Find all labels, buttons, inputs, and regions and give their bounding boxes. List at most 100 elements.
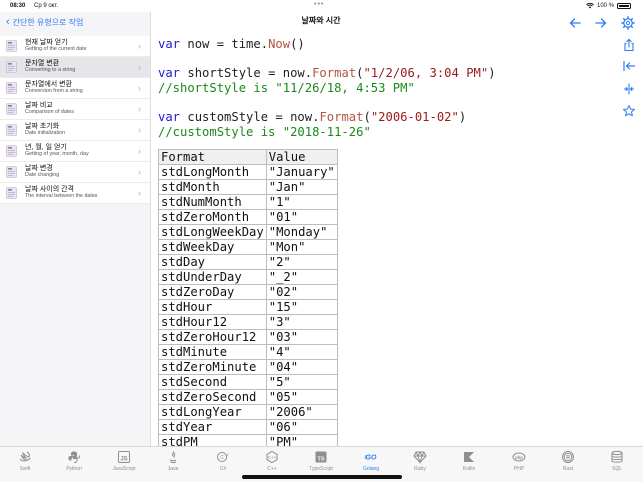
home-indicator[interactable] (242, 475, 402, 479)
wifi-icon (586, 3, 594, 9)
table-row: stdZeroMonth "01" (158, 209, 338, 225)
sidebar: ‹ 간단한 유형으로 작업 현재 날짜 얻기 Getting of the cur… (0, 12, 151, 446)
table-row: stdYear "06" (158, 419, 338, 435)
code-block: var now = time.Now() var shortStyle = no… (158, 36, 496, 139)
arrow-right-icon[interactable] (594, 16, 608, 30)
sidebar-item-title: 문자열 변환 (25, 60, 60, 68)
tab-label: Java (167, 466, 179, 472)
table-row: stdZeroSecond "05" (158, 389, 338, 405)
table-row: stdLongWeekDay "Monday" (158, 224, 338, 240)
code-line-5: //customStyle is "2018-11-26" (158, 125, 371, 139)
back-button[interactable]: ‹ 간단한 유형으로 작업 (6, 17, 83, 28)
svg-text:GO: GO (366, 455, 377, 462)
tab-label: Golang (362, 466, 380, 472)
gear-icon[interactable] (621, 16, 635, 30)
multitasking-dots-icon[interactable]: ••• (314, 1, 324, 8)
value-cell: "4" (265, 344, 338, 360)
format-cell: stdWeekDay (158, 239, 267, 255)
tab-label: TypeScript (309, 466, 333, 472)
sidebar-item[interactable]: 문자열에서 변환 Conversion from a string › (0, 78, 150, 99)
document-icon (6, 187, 17, 199)
table-row: stdHour12 "3" (158, 314, 338, 330)
tab-golang[interactable]: GO Golang (351, 450, 391, 473)
share-icon[interactable] (622, 38, 636, 52)
rust-icon: R (562, 451, 574, 463)
tab-label: SQL (611, 466, 622, 472)
value-cell: "03" (265, 329, 338, 345)
table-row: stdMinute "4" (158, 344, 338, 360)
sidebar-item[interactable]: 문자열 변환 Converting to a string › (0, 57, 150, 78)
format-cell: stdLongYear (158, 404, 267, 420)
table-header-value: Value (265, 149, 338, 165)
tab-php[interactable]: php PHP (499, 450, 539, 472)
document-icon (6, 145, 17, 157)
java-icon (169, 451, 177, 464)
tab-label: Swift (19, 466, 31, 472)
sidebar-item[interactable]: 날짜 초기화 Date initialization › (0, 120, 150, 141)
table-row: stdLongMonth "January" (158, 164, 338, 180)
document-icon (6, 124, 17, 136)
chevron-right-icon: › (138, 41, 141, 51)
tab-ruby[interactable]: Ruby (400, 450, 440, 472)
tab-kotlin[interactable]: Kotlin (449, 450, 489, 472)
sidebar-item[interactable]: 년, 월, 일 얻기 Getting of year, month, day › (0, 141, 150, 162)
code-line-1: var now = time.Now() (158, 37, 305, 51)
tab-java[interactable]: Java (153, 450, 193, 472)
tab-label: Rust (562, 466, 574, 472)
format-cell: stdMonth (158, 179, 267, 195)
tab-csharp[interactable]: C # C# (203, 450, 243, 472)
format-table: Format Value stdLongMonth "January" stdMon… (158, 149, 338, 450)
tab-label: Kotlin (462, 466, 476, 472)
split-view-icon[interactable] (622, 82, 636, 96)
code-line-2: var shortStyle = now.Format("1/2/06, 3:0… (158, 66, 496, 80)
tab-rust[interactable]: R Rust (548, 450, 588, 472)
tab-javascript[interactable]: JS JavaScript (104, 450, 144, 472)
tab-swift[interactable]: Swift (5, 450, 45, 472)
value-cell: "Monday" (265, 224, 338, 240)
tab-typescript[interactable]: TS TypeScript (301, 450, 341, 472)
format-cell: stdMinute (158, 344, 267, 360)
chevron-right-icon: › (138, 188, 141, 198)
sidebar-item-title: 날짜 변경 (25, 165, 53, 173)
value-cell: "Jan" (265, 179, 338, 195)
ruby-icon (413, 450, 427, 464)
swift-icon (19, 451, 31, 462)
format-cell: stdYear (158, 419, 267, 435)
status-date: Ср 9 окт. (34, 3, 59, 9)
golang-icon: GO (364, 455, 377, 462)
table-header-format: Format (158, 149, 267, 165)
sidebar-item[interactable]: 현재 날짜 얻기 Getting of the current date › (0, 36, 150, 57)
arrow-left-icon[interactable] (568, 16, 582, 30)
sidebar-item-subtitle: Converting to a string (25, 67, 76, 74)
format-cell: stdSecond (158, 374, 267, 390)
collapse-sidebar-icon[interactable] (622, 59, 636, 73)
cpp-icon: C++ (266, 450, 278, 464)
tab-label: Ruby (414, 466, 426, 472)
star-icon[interactable] (622, 104, 636, 118)
tab-label: Python (66, 466, 82, 472)
format-cell: stdZeroDay (158, 284, 267, 300)
sidebar-item[interactable]: 날짜 사이의 간격 The interval between the dates › (0, 183, 150, 204)
sidebar-item[interactable]: 날짜 변경 Date changing › (0, 162, 150, 183)
sidebar-item[interactable]: 날짜 비교 Comparison of dates › (0, 99, 150, 120)
tab-cpp[interactable]: C++ C++ (252, 450, 292, 472)
sidebar-item-title: 날짜 사이의 간격 (25, 186, 74, 194)
format-cell: stdLongMonth (158, 164, 267, 180)
tab-python[interactable]: Python (54, 450, 94, 472)
battery-percent: 100 % (596, 3, 614, 9)
tab-sql[interactable]: SQL (597, 450, 637, 472)
table-row: stdSecond "5" (158, 374, 338, 390)
svg-text:php: php (515, 455, 523, 460)
battery-icon (617, 3, 631, 9)
document-icon (6, 61, 17, 73)
sidebar-item-subtitle: Date changing (25, 172, 60, 179)
value-cell: "06" (265, 419, 338, 435)
format-cell: stdZeroHour12 (158, 329, 267, 345)
value-cell: "05" (265, 389, 338, 405)
topic-list: 현재 날짜 얻기 Getting of the current date › 문자열 … (0, 36, 150, 204)
document-icon (6, 40, 17, 52)
sidebar-item-subtitle: The interval between the dates (25, 193, 98, 200)
svg-text:C: C (220, 455, 224, 461)
tab-label: C# (219, 466, 227, 472)
svg-text:TS: TS (317, 457, 324, 463)
